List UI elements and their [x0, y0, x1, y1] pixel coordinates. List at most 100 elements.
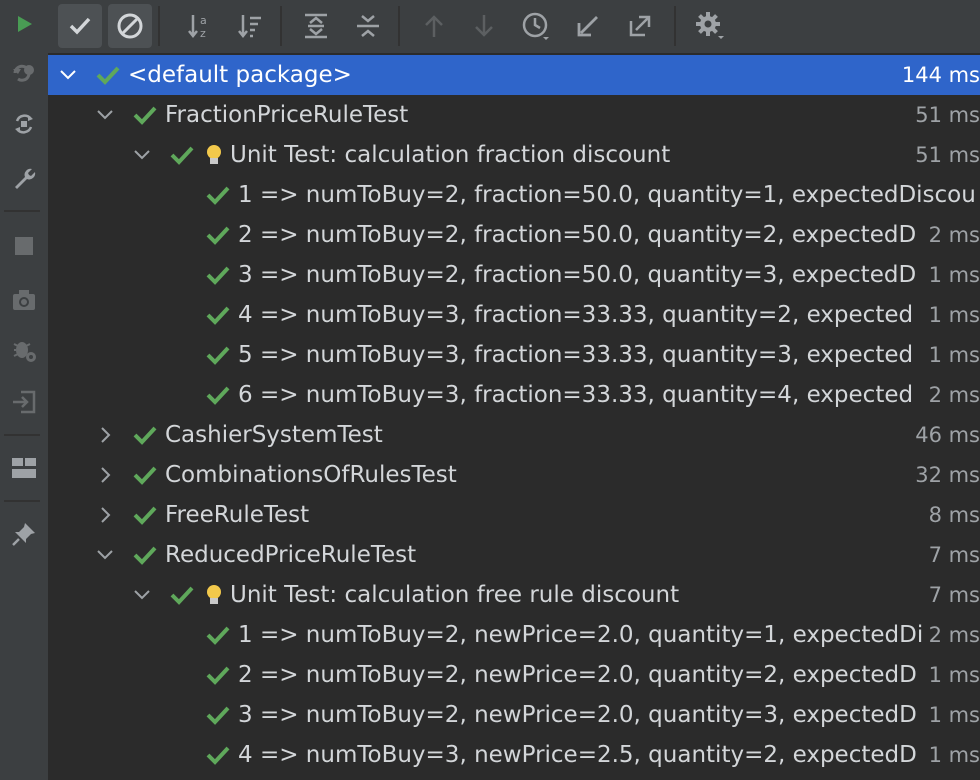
- passed-check-icon: [133, 106, 157, 125]
- collapse-all-button[interactable]: [346, 4, 390, 48]
- test-name-label: CashierSystemTest: [165, 422, 383, 448]
- test-case-row[interactable]: 4 => numToBuy=3, fraction=33.33, quantit…: [48, 295, 980, 335]
- chevron-right-icon[interactable]: [95, 425, 115, 445]
- test-name-label: 4 => numToBuy=3, newPrice=2.5, quantity=…: [238, 742, 917, 768]
- toolbar-divider: [674, 6, 676, 46]
- test-name-label: <default package>: [128, 62, 352, 88]
- test-suite-row[interactable]: ReducedPriceRuleTest 7 ms: [48, 535, 980, 575]
- test-suite-row[interactable]: FreeRuleTest 8 ms: [48, 495, 980, 535]
- test-case-row[interactable]: 2 => numToBuy=2, fraction=50.0, quantity…: [48, 215, 980, 255]
- test-duration-label: 7 ms: [924, 535, 980, 575]
- stop-icon[interactable]: [4, 226, 44, 266]
- chevron-right-icon[interactable]: [95, 505, 115, 525]
- test-name-label: 2 => numToBuy=2, newPrice=2.0, quantity=…: [238, 662, 917, 688]
- sort-alphabetically-button[interactable]: az: [178, 4, 222, 48]
- show-ignored-icon: [117, 13, 143, 39]
- chevron-down-icon[interactable]: [95, 545, 115, 565]
- expand-all-button[interactable]: [294, 4, 338, 48]
- settings-button[interactable]: [688, 4, 732, 48]
- test-suite-row[interactable]: CombinationsOfRulesTest 32 ms: [48, 455, 980, 495]
- test-case-row[interactable]: 3 => numToBuy=2, fraction=50.0, quantity…: [48, 255, 980, 295]
- screenshot-icon[interactable]: [4, 280, 44, 320]
- passed-check-icon: [206, 266, 230, 285]
- lightbulb-icon: [207, 145, 221, 164]
- test-case-row[interactable]: 1 => numToBuy=2, fraction=50.0, quantity…: [48, 175, 980, 215]
- test-history-icon: [522, 12, 549, 40]
- test-name-label: 2 => numToBuy=2, fraction=50.0, quantity…: [238, 222, 917, 248]
- passed-check-icon: [96, 66, 120, 85]
- passed-check-icon: [206, 226, 230, 245]
- pin-icon[interactable]: [4, 514, 44, 554]
- test-name-label: CombinationsOfRulesTest: [165, 462, 457, 488]
- exit-icon[interactable]: [4, 382, 44, 422]
- layout-icon[interactable]: [4, 448, 44, 488]
- test-name-label: 6 => numToBuy=3, fraction=33.33, quantit…: [238, 382, 914, 408]
- test-runner-toolbar: az: [48, 0, 980, 53]
- chevron-down-icon[interactable]: [132, 585, 152, 605]
- test-name-label: ReducedPriceRuleTest: [165, 542, 417, 568]
- passed-check-icon: [206, 746, 230, 765]
- sort-by-duration-button[interactable]: [228, 4, 272, 48]
- test-case-row[interactable]: 2 => numToBuy=2, newPrice=2.0, quantity=…: [48, 655, 980, 695]
- show-ignored-button[interactable]: [108, 4, 152, 48]
- svg-text:z: z: [200, 27, 206, 40]
- test-results-tree: <default package> 144 ms FractionPriceRule…: [48, 55, 980, 780]
- svg-text:a: a: [200, 14, 207, 27]
- test-case-row[interactable]: 5 => numToBuy=3, fraction=33.33, quantit…: [48, 335, 980, 375]
- passed-check-icon: [133, 426, 157, 445]
- test-name-label: Unit Test: calculation free rule discoun…: [230, 582, 680, 608]
- previous-failed-button[interactable]: [412, 4, 456, 48]
- test-name-label: 4 => numToBuy=3, fraction=33.33, quantit…: [238, 302, 914, 328]
- test-suite-row[interactable]: Unit Test: calculation free rule discoun…: [48, 575, 980, 615]
- test-duration-label: 2 ms: [924, 615, 980, 655]
- toolbar-divider: [158, 6, 160, 46]
- passed-check-icon: [206, 706, 230, 725]
- test-duration-label: 2 ms: [924, 375, 980, 415]
- test-case-row[interactable]: 1 => numToBuy=2, newPrice=2.0, quantity=…: [48, 615, 980, 655]
- passed-check-icon: [170, 146, 194, 165]
- test-duration-label: 51 ms: [911, 135, 980, 175]
- chevron-right-icon[interactable]: [95, 465, 115, 485]
- debug-settings-icon[interactable]: [4, 330, 44, 370]
- import-tests-button[interactable]: [566, 4, 610, 48]
- test-duration-label: 1 ms: [924, 335, 980, 375]
- passed-check-icon: [206, 186, 230, 205]
- test-suite-row[interactable]: CashierSystemTest 46 ms: [48, 415, 980, 455]
- package-row[interactable]: <default package> 144 ms: [48, 55, 980, 95]
- test-duration-label: 2 ms: [924, 215, 980, 255]
- run-icon[interactable]: [4, 4, 44, 44]
- wrench-icon[interactable]: [4, 158, 44, 198]
- test-history-button[interactable]: [514, 4, 558, 48]
- export-tests-icon: [629, 15, 651, 37]
- previous-failed-icon: [425, 15, 443, 37]
- test-duration-label: 1 ms: [924, 695, 980, 735]
- side-toolbar: [0, 0, 49, 780]
- test-name-label: 3 => numToBuy=2, newPrice=2.0, quantity=…: [238, 702, 917, 728]
- test-name-label: 1 => numToBuy=2, newPrice=2.0, quantity=…: [238, 622, 924, 648]
- show-passed-button[interactable]: [58, 4, 102, 48]
- test-case-row[interactable]: 6 => numToBuy=3, fraction=33.33, quantit…: [48, 375, 980, 415]
- test-duration-label: 144 ms: [897, 55, 980, 95]
- chevron-down-icon[interactable]: [132, 145, 152, 165]
- test-suite-row[interactable]: FractionPriceRuleTest 51 ms: [48, 95, 980, 135]
- sort-by-duration-icon: [238, 15, 261, 39]
- toggle-auto-test-icon[interactable]: [4, 104, 44, 144]
- passed-check-icon: [206, 386, 230, 405]
- lightbulb-icon: [207, 585, 221, 604]
- export-tests-button[interactable]: [618, 4, 662, 48]
- passed-check-icon: [206, 306, 230, 325]
- test-name-label: 5 => numToBuy=3, fraction=33.33, quantit…: [238, 342, 914, 368]
- import-tests-icon: [577, 16, 598, 37]
- rerun-failed-icon[interactable]: [4, 54, 44, 94]
- test-case-row[interactable]: 3 => numToBuy=2, newPrice=2.0, quantity=…: [48, 695, 980, 735]
- test-name-label: 1 => numToBuy=2, fraction=50.0, quantity…: [238, 182, 976, 208]
- toolbar-divider: [4, 434, 40, 436]
- test-case-row[interactable]: 4 => numToBuy=3, newPrice=2.5, quantity=…: [48, 735, 980, 775]
- next-failed-button[interactable]: [462, 4, 506, 48]
- chevron-down-icon[interactable]: [95, 105, 115, 125]
- test-suite-row[interactable]: Unit Test: calculation fraction discount…: [48, 135, 980, 175]
- passed-check-icon: [206, 626, 230, 645]
- toolbar-divider: [280, 6, 282, 46]
- chevron-down-icon[interactable]: [58, 65, 78, 85]
- test-name-label: FreeRuleTest: [165, 502, 310, 528]
